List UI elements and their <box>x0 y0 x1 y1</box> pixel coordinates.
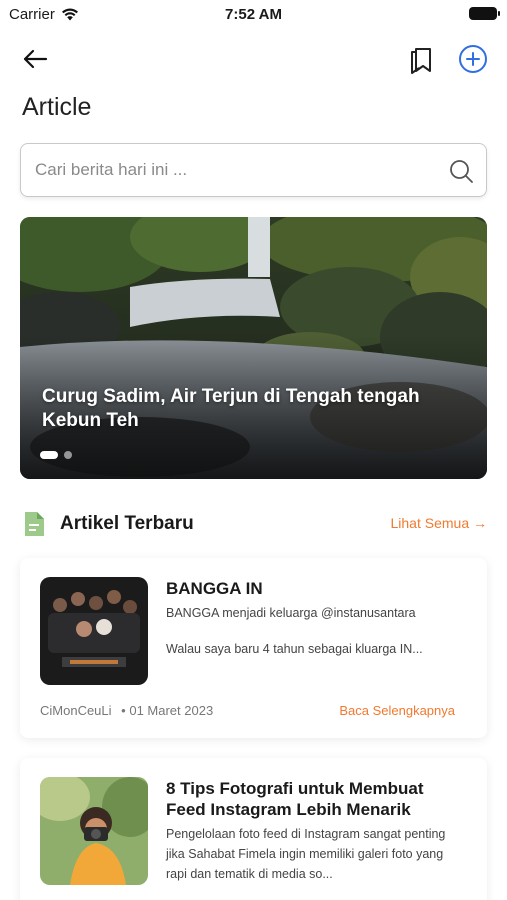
article-meta: CiMonCeuLi • 01 Maret 2023 <box>40 703 213 718</box>
carousel-indicator <box>40 451 72 459</box>
page-title: Article <box>22 93 92 121</box>
add-circle-icon[interactable] <box>457 43 489 75</box>
article-excerpt-line: BANGGA menjadi keluarga @instanusantara <box>166 606 416 620</box>
back-arrow-icon[interactable] <box>20 44 50 74</box>
carousel-dot[interactable] <box>64 451 72 459</box>
search-box[interactable] <box>20 143 487 197</box>
hero-image <box>20 217 487 479</box>
hero-carousel[interactable]: Curug Sadim, Air Terjun di Tengah tengah… <box>20 217 487 479</box>
article-card[interactable]: 8 Tips Fotografi untuk Membuat Feed Inst… <box>20 758 487 900</box>
article-thumbnail <box>40 777 148 885</box>
article-title[interactable]: 8 Tips Fotografi untuk Membuat Feed Inst… <box>166 778 466 820</box>
status-bar: Carrier 7:52 AM <box>0 0 507 28</box>
article-card[interactable]: BANGGA IN BANGGA menjadi keluarga @insta… <box>20 558 487 738</box>
bookmarks-icon[interactable] <box>405 43 437 75</box>
hero-title[interactable]: Curug Sadim, Air Terjun di Tengah tengah… <box>42 385 462 433</box>
nav-bar <box>0 40 507 76</box>
article-title[interactable]: BANGGA IN <box>166 578 466 599</box>
article-author: CiMonCeuLi <box>40 703 112 718</box>
article-excerpt: Pengelolaan foto feed di Instagram sanga… <box>166 827 446 881</box>
article-thumbnail <box>40 577 148 685</box>
status-time: 7:52 AM <box>225 6 282 23</box>
see-all-link[interactable]: Lihat Semua → <box>391 515 488 531</box>
battery-icon <box>469 7 500 20</box>
read-more-link[interactable]: Baca Selengkapnya <box>339 703 455 718</box>
section-header: Artikel Terbaru Lihat Semua → <box>22 509 487 539</box>
section-title: Artikel Terbaru <box>60 513 194 534</box>
carousel-dot-active[interactable] <box>40 451 58 459</box>
search-icon[interactable] <box>448 158 474 184</box>
article-excerpt-line: Walau saya baru 4 tahun sebagai kluarga … <box>166 642 423 656</box>
search-input[interactable] <box>35 144 435 196</box>
article-date: • 01 Maret 2023 <box>121 703 214 718</box>
document-icon <box>25 512 44 536</box>
